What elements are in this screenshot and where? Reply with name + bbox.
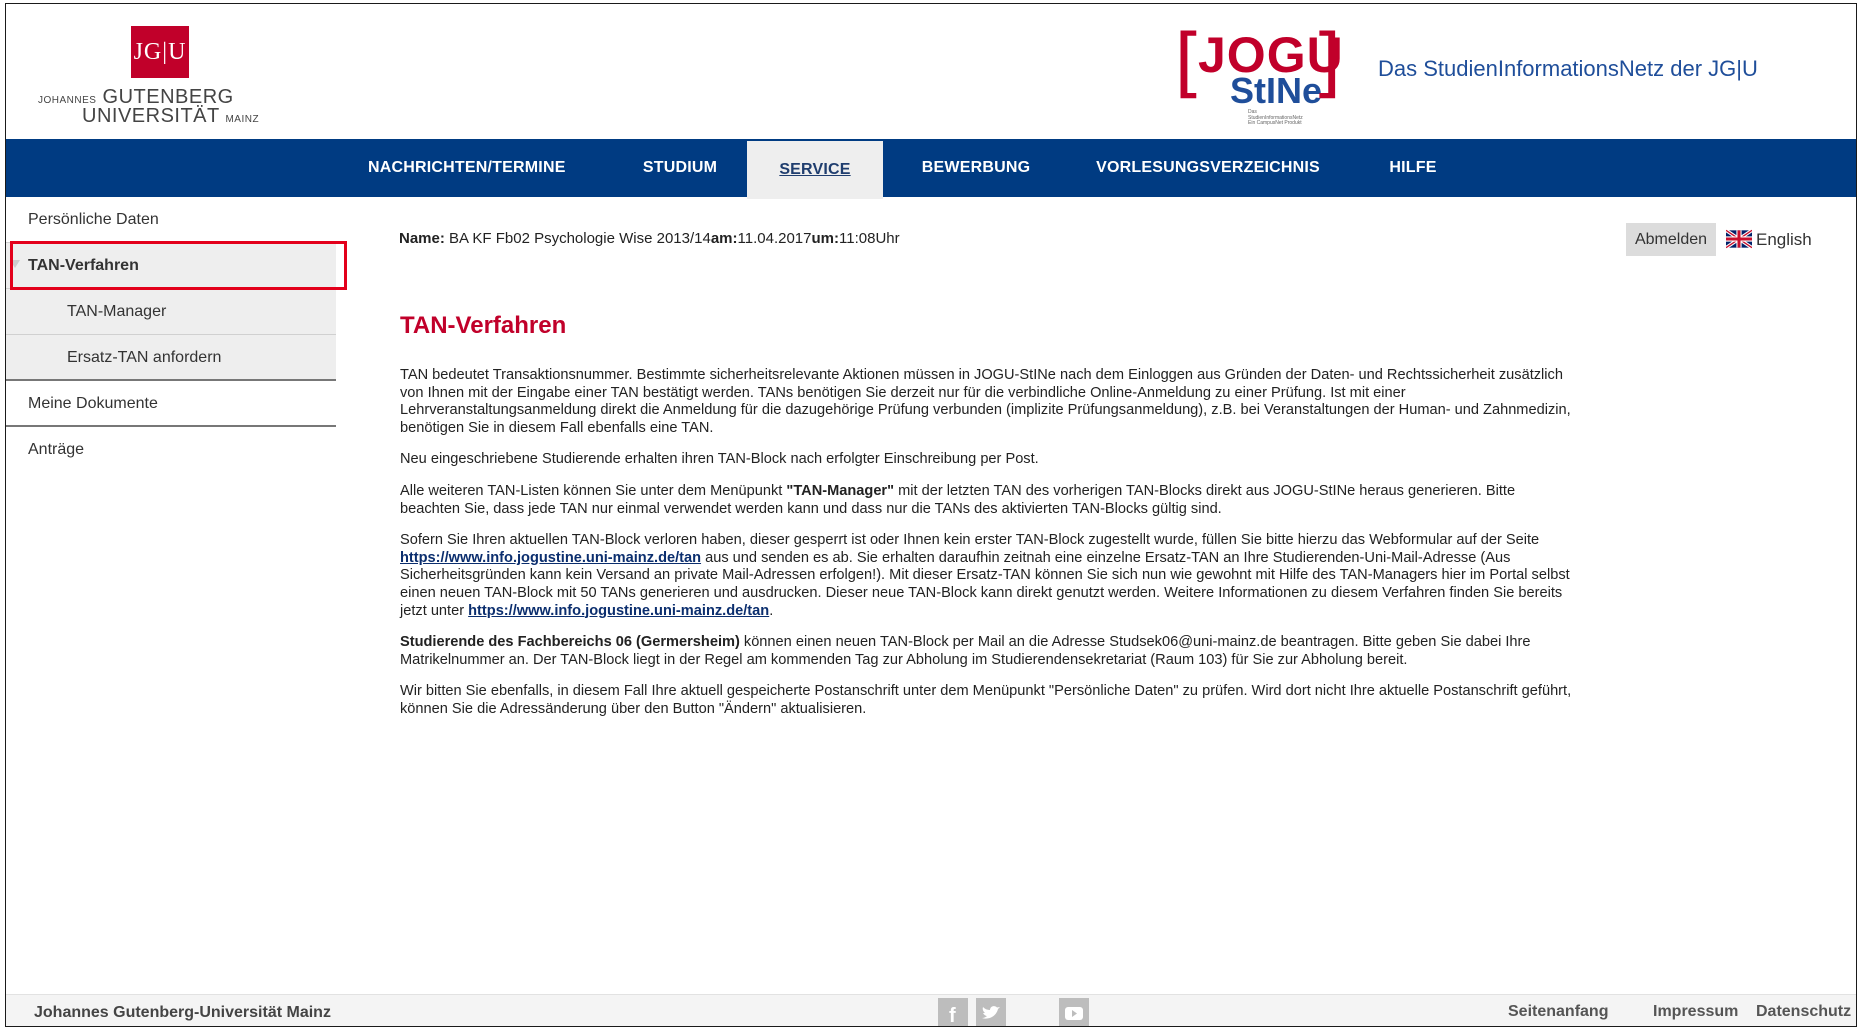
browser-page: JG|U JOHANNES GUTENBERG UNIVERSITÄT MAIN… [5,3,1857,1027]
sidebar-item-tan-verfahren-label: TAN-Verfahren [28,257,139,274]
nav-tab-vorlesungsverzeichnis[interactable]: VORLESUNGSVERZEICHNIS [1088,139,1328,197]
main-navigation: NACHRICHTEN/TERMINE STUDIUM SERVICE BEWE… [6,139,1856,199]
svg-text:f: f [949,1005,956,1027]
jogu-stine-logo[interactable]: [ JOGU StINe ] Das StudienInformationsNe… [1174,12,1344,126]
jgu-logo-universitaet: UNIVERSITÄT [82,105,220,127]
time-label: um: [811,230,840,247]
logout-button[interactable]: Abmelden [1626,223,1716,256]
nav-tab-nachrichten-termine[interactable]: NACHRICHTEN/TERMINE [368,139,565,197]
jgu-logo-box: JG|U [131,26,189,78]
time-suffix: Uhr [875,230,900,247]
nav-tab-service[interactable]: SERVICE [747,141,883,199]
stine-bracket-right: ] [1312,17,1342,106]
paragraph-new-students: Neu eingeschriebene Studierende erhalten… [400,451,1039,468]
p3-tan-manager: "TAN-Manager" [786,482,895,499]
paragraph-lost-tan: Sofern Sie Ihren aktuellen TAN-Block ver… [400,532,1576,620]
footer-link-seitenanfang[interactable]: Seitenanfang [1508,1003,1608,1021]
user-info-bar: Name: BA KF Fb02 Psychologie Wise 2013/1… [399,230,900,247]
page-header: JG|U JOHANNES GUTENBERG UNIVERSITÄT MAIN… [6,4,1856,139]
jgu-logo-line2: UNIVERSITÄT MAINZ [82,105,259,128]
footer-link-impressum[interactable]: Impressum [1653,1003,1738,1021]
time-value: 11:08 [839,230,876,247]
twitter-icon[interactable] [976,998,1006,1026]
name-label: Name: [399,230,445,247]
info-tan-link-1[interactable]: https://www.info.jogustine.uni-mainz.de/… [400,550,701,566]
facebook-icon[interactable]: f [938,998,968,1027]
page-title: TAN-Verfahren [400,312,567,339]
sidebar-item-tan-manager[interactable]: TAN-Manager [6,289,336,335]
footer-university-name: Johannes Gutenberg-Universität Mainz [34,1004,331,1021]
p4-text-c: . [769,602,774,619]
nav-tab-bewerbung[interactable]: BEWERBUNG [911,139,1041,197]
p4-text-a: Sofern Sie Ihren aktuellen TAN-Block ver… [400,532,1540,549]
name-value: BA KF Fb02 Psychologie Wise 2013/14 [449,230,711,247]
info-tan-link-2[interactable]: https://www.info.jogustine.uni-mainz.de/… [468,603,769,619]
main-content: TAN bedeutet Transaktionsnummer. Bestimm… [400,367,1576,733]
nav-tab-studium[interactable]: STUDIUM [630,139,730,197]
sidebar-item-persoenliche-daten[interactable]: Persönliche Daten [6,197,336,243]
paragraph-address-check: Wir bitten Sie ebenfalls, in diesem Fall… [400,683,1572,717]
p3-text-a: Alle weiteren TAN-Listen können Sie unte… [400,482,787,499]
stine-logo-tagline: Das StudienInformationsNetz Ein CampusNe… [1248,109,1303,126]
paragraph-tan-intro: TAN bedeutet Transaktionsnummer. Bestimm… [400,367,1571,436]
expanded-triangle-icon [10,260,20,268]
site-title: Das StudienInformationsNetz der JG|U [1378,56,1758,81]
paragraph-germersheim: Studierende des Fachbereichs 06 (Germers… [400,634,1576,669]
uk-flag-icon [1726,228,1752,249]
language-switch[interactable]: English [1726,223,1812,256]
p5-bold: Studierende des Fachbereichs 06 (Germers… [400,634,740,651]
nav-tab-hilfe[interactable]: HILFE [1368,139,1458,197]
jgu-logo[interactable]: JG|U JOHANNES GUTENBERG UNIVERSITÄT MAIN… [38,26,259,127]
paragraph-tan-lists: Alle weiteren TAN-Listen können Sie unte… [400,483,1576,518]
language-label: English [1756,230,1812,249]
sidebar-item-tan-verfahren[interactable]: TAN-Verfahren [6,243,336,289]
sidebar-item-antraege[interactable]: Anträge [6,427,336,473]
sidebar-item-ersatz-tan-anfordern[interactable]: Ersatz-TAN anfordern [6,335,336,381]
page-footer: Johannes Gutenberg-Universität Mainz f S… [6,994,1856,1027]
sidebar-item-meine-dokumente[interactable]: Meine Dokumente [6,381,336,427]
date-label: am: [710,230,738,247]
youtube-icon[interactable] [1059,998,1089,1026]
jgu-logo-mainz: MAINZ [225,114,260,125]
footer-link-datenschutz[interactable]: Datenschutz [1756,1003,1851,1021]
date-value: 11.04.2017 [737,230,812,247]
stine-logo-stine: StINe [1230,70,1323,111]
